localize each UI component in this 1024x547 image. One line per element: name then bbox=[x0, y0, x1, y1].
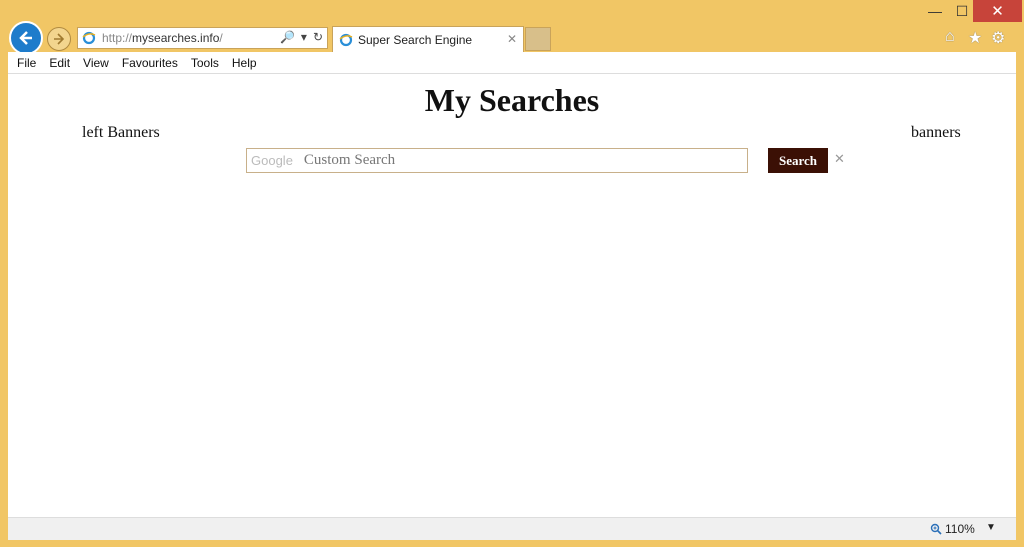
address-dropdown-icon[interactable]: ▾ bbox=[301, 30, 307, 44]
close-tab-icon[interactable]: ✕ bbox=[507, 32, 517, 46]
zoom-magnifier-icon bbox=[930, 523, 942, 535]
ie-tab-icon bbox=[339, 33, 353, 46]
search-input[interactable]: Google Custom Search bbox=[246, 148, 748, 173]
clear-search-icon[interactable]: ✕ bbox=[834, 151, 845, 167]
status-bar: 110% ▼ bbox=[8, 517, 1016, 540]
zoom-level: 110% bbox=[945, 522, 975, 536]
settings-gear-icon[interactable]: ⚙ bbox=[991, 28, 1005, 48]
menu-tools[interactable]: Tools bbox=[191, 56, 219, 70]
zoom-dropdown-icon[interactable]: ▼ bbox=[986, 522, 996, 533]
page-title: My Searches bbox=[424, 82, 600, 118]
menu-favourites[interactable]: Favourites bbox=[122, 56, 178, 70]
url-text: http://mysearches.info/ bbox=[102, 31, 223, 45]
forward-arrow-icon bbox=[54, 33, 65, 45]
menu-help[interactable]: Help bbox=[232, 56, 257, 70]
new-tab-button[interactable] bbox=[525, 27, 551, 51]
ie-page-icon bbox=[82, 31, 96, 45]
back-arrow-icon bbox=[19, 31, 32, 45]
minimize-button[interactable]: — bbox=[918, 0, 952, 22]
tab-super-search-engine[interactable]: Super Search Engine ✕ bbox=[332, 26, 524, 52]
address-bar[interactable]: http://mysearches.info/ 🔎 ▾ ↻ bbox=[77, 27, 328, 49]
search-icon[interactable]: 🔎 bbox=[280, 30, 295, 44]
google-brand-label: Google bbox=[251, 153, 293, 168]
zoom-control[interactable]: 110% bbox=[930, 522, 975, 536]
refresh-icon[interactable]: ↻ bbox=[313, 30, 323, 44]
menu-edit[interactable]: Edit bbox=[49, 56, 70, 70]
right-banner-text: banners bbox=[911, 124, 961, 141]
close-window-button[interactable]: ✕ bbox=[973, 0, 1022, 22]
forward-button[interactable] bbox=[47, 27, 71, 51]
maximize-button[interactable]: ☐ bbox=[952, 0, 972, 22]
search-button[interactable]: Search bbox=[768, 148, 828, 173]
tab-title: Super Search Engine bbox=[358, 32, 473, 47]
menu-view[interactable]: View bbox=[83, 56, 109, 70]
menu-file[interactable]: File bbox=[17, 56, 36, 70]
favorites-star-icon[interactable]: ★ bbox=[968, 28, 982, 48]
menu-bar: File Edit View Favourites Tools Help bbox=[8, 52, 1016, 74]
left-banner-text: left Banners bbox=[82, 124, 160, 141]
search-placeholder: Custom Search bbox=[303, 152, 396, 168]
page-content: My Searches left Banners banners Google … bbox=[8, 74, 1016, 517]
back-button[interactable] bbox=[9, 21, 43, 55]
home-icon[interactable]: ⌂ bbox=[945, 28, 955, 46]
